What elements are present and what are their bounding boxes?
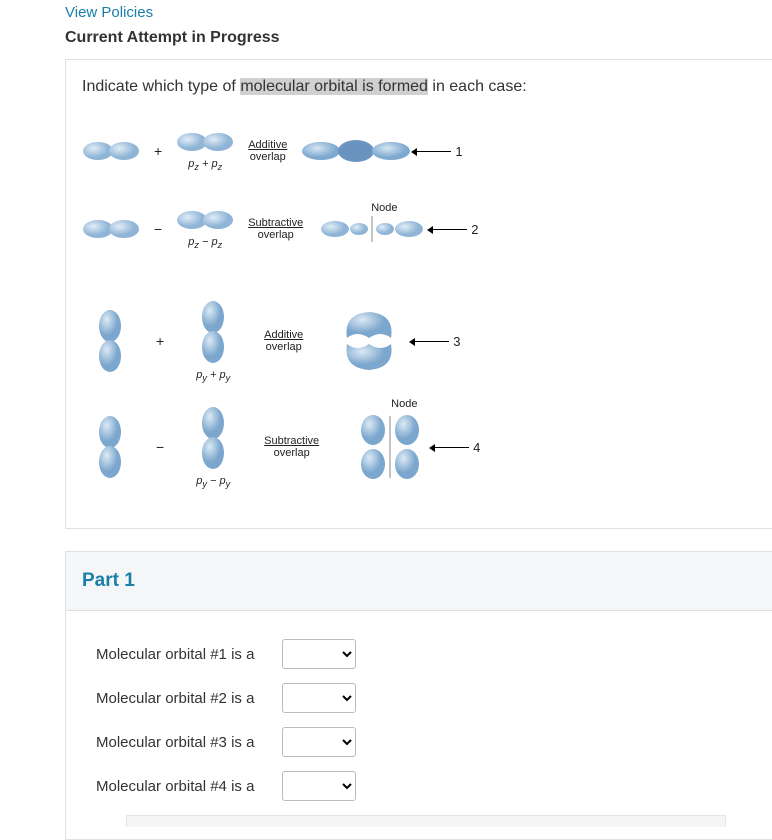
num-3: 3 (453, 334, 460, 349)
mo4-select[interactable] (282, 771, 356, 801)
diagrams: + pz + pz Additive overlap 1 (82, 120, 756, 492)
op-1: + (148, 143, 168, 159)
orbital-py-left2-icon (96, 414, 124, 480)
orbital-py-right2-icon (199, 405, 227, 471)
diagram-row-2: − pz − pz Subtractive overlap N (82, 198, 756, 260)
arrow-4: Subtractive overlap (258, 435, 325, 459)
part1-panel: Part 1 Molecular orbital #1 is a Molecul… (65, 551, 772, 840)
sigma-antibonding-icon (317, 216, 427, 242)
q-suffix: in each case: (428, 78, 527, 95)
num-1: 1 (455, 144, 462, 159)
view-policies-link[interactable]: View Policies (65, 0, 772, 29)
q-highlight: molecular orbital is formed (240, 78, 428, 95)
op-2: − (148, 221, 168, 237)
part1-title: Part 1 (82, 570, 756, 592)
num-4: 4 (473, 440, 480, 455)
mo3-label: Molecular orbital #3 is a (96, 734, 272, 751)
pi-antibonding-icon (355, 414, 425, 480)
op-3: + (132, 333, 188, 349)
node-label-2: Node (371, 202, 397, 214)
orbital-pz-left-icon (82, 139, 140, 163)
orbital-py-right-icon (199, 299, 227, 365)
question-panel: Indicate which type of molecular orbital… (65, 59, 772, 529)
num-2: 2 (471, 222, 478, 237)
orbital-pz-right2-icon (176, 208, 234, 232)
mo4-label: Molecular orbital #4 is a (96, 778, 272, 795)
mo3-select[interactable] (282, 727, 356, 757)
footer-bar (126, 815, 726, 827)
mo1-label: Molecular orbital #1 is a (96, 646, 272, 663)
op-4: − (132, 439, 188, 455)
orbital-pz-right-icon (176, 130, 234, 154)
formula-4: py − py (196, 475, 230, 489)
diagram-row-1: + pz + pz Additive overlap 1 (82, 120, 756, 182)
arrow-3: Additive overlap (258, 329, 309, 353)
attempt-title: Current Attempt in Progress (65, 29, 772, 59)
part1-form: Molecular orbital #1 is a Molecular orbi… (66, 611, 772, 839)
formula-3: py + py (196, 369, 230, 383)
orbital-pz-left2-icon (82, 217, 140, 241)
orbital-py-left-icon (96, 308, 124, 374)
mo1-select[interactable] (282, 639, 356, 669)
arrow-2: Subtractive overlap (242, 217, 309, 241)
diagram-row-4: − py − py Subtractive overlap (82, 402, 756, 492)
diagram-row-3: + py + py Additive overlap 3 (82, 296, 756, 386)
mo2-select[interactable] (282, 683, 356, 713)
sigma-bonding-icon (301, 139, 411, 163)
question-text: Indicate which type of molecular orbital… (82, 78, 756, 96)
node-label-4: Node (391, 398, 417, 410)
arrow-1: Additive overlap (242, 139, 293, 163)
formula-1: pz + pz (188, 158, 222, 172)
formula-2: pz − pz (188, 236, 222, 250)
part1-header: Part 1 (66, 552, 772, 611)
mo2-label: Molecular orbital #2 is a (96, 690, 272, 707)
pi-bonding-icon (339, 308, 399, 374)
q-prefix: Indicate which type of (82, 78, 240, 95)
